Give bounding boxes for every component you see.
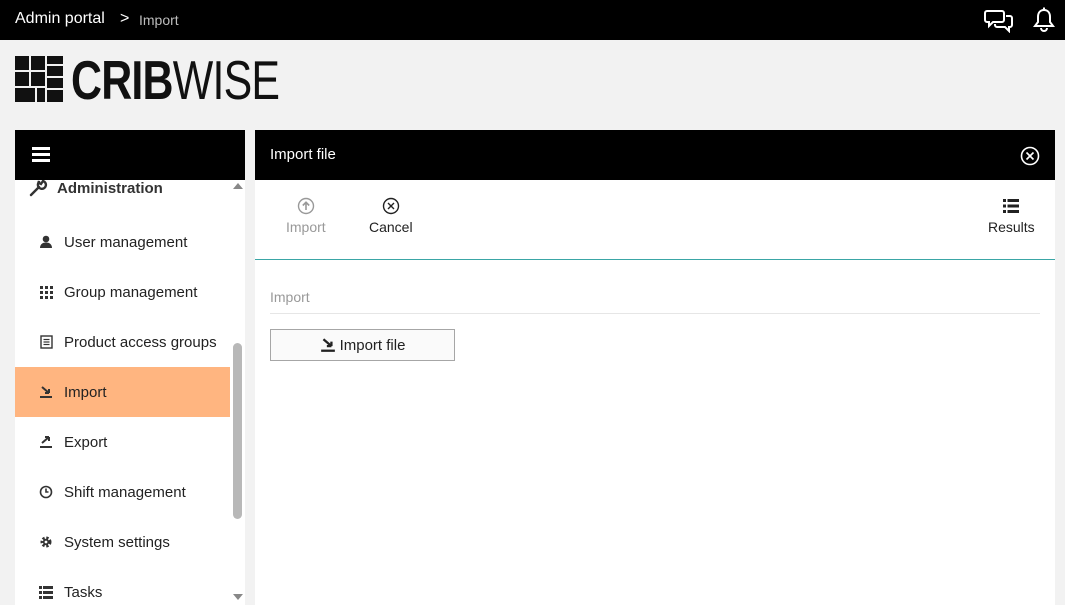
breadcrumb-separator: > bbox=[120, 10, 130, 27]
logo-text-light: WISE bbox=[172, 49, 280, 111]
sidebar-item-product-access-groups[interactable]: Product access groups bbox=[15, 317, 230, 367]
logo-blocks-icon bbox=[15, 56, 63, 102]
wrench-icon bbox=[29, 180, 48, 197]
sidebar-section-title: Administration bbox=[57, 180, 163, 197]
import-button[interactable]: Import bbox=[286, 197, 326, 235]
import-icon bbox=[320, 338, 335, 352]
bell-icon[interactable] bbox=[1032, 7, 1056, 33]
upload-circle-icon bbox=[297, 197, 315, 215]
cancel-button-label: Cancel bbox=[369, 219, 413, 235]
sidebar-item-label: Shift management bbox=[64, 483, 186, 501]
scrollbar-thumb[interactable] bbox=[233, 343, 242, 519]
sidebar-item-label: System settings bbox=[64, 533, 170, 551]
import-file-button-label: Import file bbox=[339, 336, 406, 354]
scroll-down-arrow-icon[interactable] bbox=[233, 594, 243, 600]
list-icon bbox=[1003, 199, 1020, 213]
sidebar-item-label: Export bbox=[64, 433, 108, 451]
import-section-label: Import bbox=[270, 289, 310, 305]
panel-toolbar: Import Cancel Results bbox=[255, 180, 1055, 260]
section-divider bbox=[270, 313, 1040, 314]
panel-header: Import file bbox=[255, 130, 1055, 180]
import-icon bbox=[38, 384, 54, 400]
breadcrumb-root[interactable]: Admin portal bbox=[15, 10, 105, 28]
grid-icon bbox=[38, 284, 54, 300]
sidebar-item-import[interactable]: Import bbox=[15, 367, 230, 417]
sidebar-scrollbar[interactable] bbox=[230, 180, 245, 605]
import-file-panel: Import file Import Cancel Results Import… bbox=[255, 130, 1055, 605]
results-button[interactable]: Results bbox=[988, 197, 1035, 235]
sidebar-item-export[interactable]: Export bbox=[15, 417, 230, 467]
import-file-button[interactable]: Import file bbox=[270, 329, 455, 361]
tasks-icon bbox=[38, 584, 54, 600]
sidebar-item-shift-management[interactable]: Shift management bbox=[15, 467, 230, 517]
sidebar-item-label: User management bbox=[64, 233, 188, 251]
scroll-up-arrow-icon[interactable] bbox=[233, 183, 243, 189]
export-icon bbox=[38, 434, 54, 450]
hamburger-menu-icon[interactable] bbox=[32, 147, 50, 163]
sidebar-item-tasks[interactable]: Tasks bbox=[15, 567, 230, 605]
sidebar-section-administration[interactable]: Administration bbox=[29, 180, 163, 199]
top-bar: Admin portal > Import bbox=[0, 0, 1065, 40]
sidebar-item-group-management[interactable]: Group management bbox=[15, 267, 230, 317]
close-icon[interactable] bbox=[1020, 146, 1040, 166]
breadcrumb-current: Import bbox=[139, 12, 179, 28]
panel-title: Import file bbox=[270, 146, 336, 163]
cancel-circle-icon bbox=[382, 197, 399, 215]
sidebar-nav: Administration User management Group man… bbox=[15, 180, 230, 605]
chat-icon[interactable] bbox=[984, 7, 1014, 33]
sidebar-item-label: Tasks bbox=[64, 583, 103, 601]
user-icon bbox=[38, 234, 54, 250]
clock-icon bbox=[38, 484, 54, 500]
gear-icon bbox=[38, 534, 54, 550]
cribwise-logo: CRIBWISE bbox=[15, 52, 285, 108]
list-doc-icon bbox=[38, 334, 54, 350]
cancel-button[interactable]: Cancel bbox=[369, 197, 413, 235]
sidebar-item-label: Import bbox=[64, 383, 107, 401]
results-button-label: Results bbox=[988, 219, 1035, 235]
sidebar-header bbox=[15, 130, 245, 180]
sidebar-item-label: Group management bbox=[64, 283, 198, 301]
sidebar-item-user-management[interactable]: User management bbox=[15, 217, 230, 267]
logo-text-bold: CRIB bbox=[71, 49, 174, 111]
sidebar-item-system-settings[interactable]: System settings bbox=[15, 517, 230, 567]
logo-wordmark: CRIBWISE bbox=[71, 49, 280, 111]
sidebar-item-label: Product access groups bbox=[64, 333, 217, 351]
import-button-label: Import bbox=[286, 219, 326, 235]
sidebar: Administration User management Group man… bbox=[15, 130, 245, 605]
